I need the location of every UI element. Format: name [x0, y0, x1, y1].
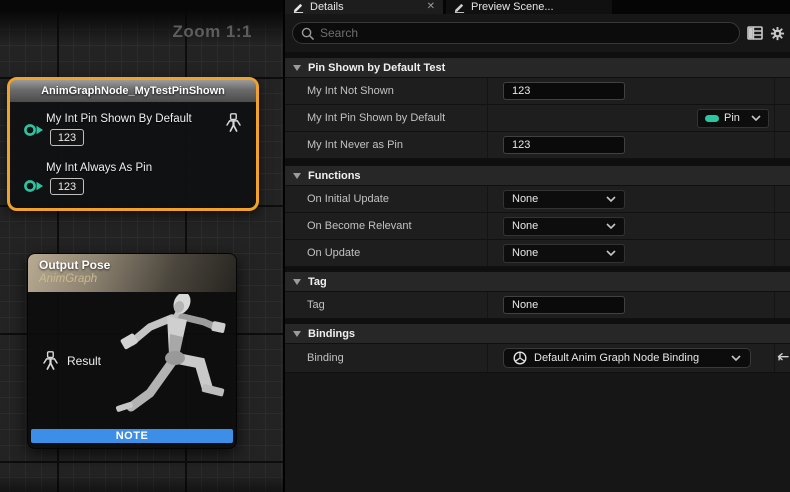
my-int-never-as-pin-input[interactable]: 123 — [503, 136, 625, 154]
running-mannequin-image — [84, 294, 232, 424]
output-pose-node[interactable]: Output Pose AnimGraph — [27, 253, 237, 449]
unreal-anim-graph-editor: Zoom 1:1 AnimGraphNode_MyTestPinShown My… — [0, 0, 790, 492]
chevron-down-icon — [606, 250, 616, 256]
tab-preview-scene[interactable]: Preview Scene... — [446, 0, 612, 14]
note-banner[interactable]: NOTE — [31, 429, 233, 443]
int-pin-icon[interactable] — [23, 122, 44, 138]
property-row-my-int-pin-shown-by-default: My Int Pin Shown by Default Pin — [285, 105, 790, 132]
section-tag[interactable]: Tag — [285, 272, 790, 292]
property-row-my-int-never-as-pin: My Int Never as Pin 123 — [285, 132, 790, 159]
property-row-binding: Binding Default Anim Graph Node Binding — [285, 344, 790, 373]
details-panel: Details ✕ Preview Scene... — [283, 0, 790, 492]
search-row — [285, 14, 790, 52]
property-row-tag: Tag None — [285, 292, 790, 319]
pin-default-value[interactable]: 123 — [50, 178, 84, 195]
pose-pin-icon — [42, 351, 59, 370]
property-row-my-int-not-shown: My Int Not Shown 123 — [285, 78, 790, 105]
close-tab-icon[interactable]: ✕ — [427, 2, 435, 12]
pose-output-pin-icon[interactable] — [225, 113, 242, 132]
pin-label: My Int Always As Pin — [46, 162, 152, 174]
node-title: Output Pose — [39, 258, 236, 272]
collapse-arrow-icon — [293, 331, 301, 337]
binding-sphere-icon — [513, 351, 527, 365]
tab-details[interactable]: Details ✕ — [285, 0, 443, 14]
chevron-down-icon — [606, 223, 616, 229]
on-initial-update-dropdown[interactable]: None — [503, 190, 625, 209]
preview-scene-tab-icon — [454, 2, 465, 13]
reset-to-default-icon[interactable] — [776, 353, 789, 364]
property-row-on-become-relevant: On Become Relevant None — [285, 213, 790, 240]
pin-pill-icon — [705, 115, 719, 122]
details-empty-area — [285, 373, 790, 492]
section-functions[interactable]: Functions — [285, 166, 790, 186]
tag-input[interactable]: None — [503, 296, 625, 314]
node-header[interactable]: AnimGraphNode_MyTestPinShown — [10, 80, 256, 102]
node-header[interactable]: Output Pose AnimGraph — [28, 254, 236, 292]
chevron-down-icon — [606, 196, 616, 202]
pin-label: My Int Pin Shown By Default — [46, 113, 192, 125]
anim-graph-test-node[interactable]: AnimGraphNode_MyTestPinShown My Int Pin … — [7, 77, 259, 211]
search-box[interactable] — [292, 22, 740, 44]
section-pin-shown-by-default-test[interactable]: Pin Shown by Default Test — [285, 58, 790, 78]
chevron-down-icon — [731, 355, 741, 361]
on-update-dropdown[interactable]: None — [503, 244, 625, 263]
node-title: AnimGraphNode_MyTestPinShown — [41, 85, 225, 97]
property-list: Pin Shown by Default Test My Int Not Sho… — [285, 52, 790, 492]
collapse-arrow-icon — [293, 173, 301, 179]
int-pin-icon[interactable] — [23, 178, 44, 194]
my-int-not-shown-input[interactable]: 123 — [503, 82, 625, 100]
pin-mode-dropdown[interactable]: Pin — [697, 109, 769, 128]
search-icon — [301, 27, 314, 40]
result-pin[interactable]: Result — [42, 351, 101, 370]
tab-bar: Details ✕ Preview Scene... — [285, 0, 790, 14]
result-pin-label: Result — [67, 354, 101, 368]
zoom-level-label: Zoom 1:1 — [172, 22, 252, 42]
settings-gear-icon[interactable] — [770, 26, 785, 41]
section-bindings[interactable]: Bindings — [285, 324, 790, 344]
node-subtitle: AnimGraph — [39, 273, 236, 285]
chevron-down-icon — [751, 115, 761, 121]
property-row-on-update: On Update None — [285, 240, 790, 267]
on-become-relevant-dropdown[interactable]: None — [503, 217, 625, 236]
column-view-icon[interactable] — [747, 26, 763, 40]
pin-default-value[interactable]: 123 — [50, 129, 84, 146]
details-tab-icon — [293, 2, 304, 13]
collapse-arrow-icon — [293, 65, 301, 71]
collapse-arrow-icon — [293, 279, 301, 285]
search-input[interactable] — [320, 26, 731, 40]
property-row-on-initial-update: On Initial Update None — [285, 186, 790, 213]
binding-dropdown[interactable]: Default Anim Graph Node Binding — [503, 348, 751, 368]
graph-canvas[interactable]: Zoom 1:1 AnimGraphNode_MyTestPinShown My… — [0, 0, 283, 492]
